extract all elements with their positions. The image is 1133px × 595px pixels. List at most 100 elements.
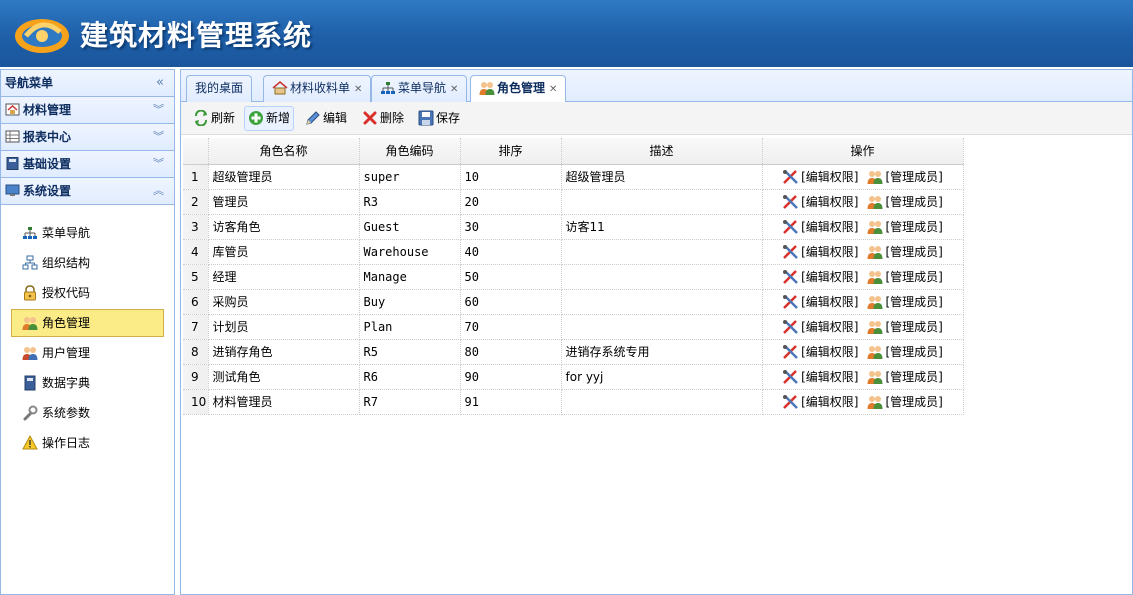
table-row[interactable]: 7 计划员 Plan 70 [编辑权限] [管理成员] (183, 314, 964, 340)
pencil-icon (306, 111, 320, 125)
edit-permission-link[interactable]: [编辑权限] (782, 243, 859, 260)
nav-item-label: 系统参数 (42, 406, 91, 420)
nav-section-reports[interactable]: 报表中心 ︾ (1, 124, 174, 151)
edit-permission-link[interactable]: [编辑权限] (782, 168, 859, 185)
nav-section-basic-settings[interactable]: 基础设置 ︾ (1, 151, 174, 178)
nav-item-role-management[interactable]: 角色管理 (11, 309, 164, 337)
tab-bar: 我的桌面 材料收料单 ✕ 菜单导航 ✕ 角色管理 ✕ (181, 70, 1132, 103)
tab-my-desktop[interactable]: 我的桌面 (186, 75, 253, 102)
column-header-operations: 操作 (762, 138, 964, 165)
manage-members-icon (867, 296, 882, 309)
edit-permission-label: [编辑权限] (801, 270, 859, 284)
cell-role-name: 采购员 (208, 289, 360, 315)
table-row[interactable]: 5 经理 Manage 50 [编辑权限] [管理成员] (183, 264, 964, 290)
table-row[interactable]: 3 访客角色 Guest 30 访客11 [编辑权限] [管理成员] (183, 214, 964, 240)
cell-role-name: 材料管理员 (208, 389, 360, 415)
manage-members-link[interactable]: [管理成员] (867, 293, 943, 310)
chevron-up-icon[interactable]: ︽ (153, 178, 164, 204)
table-row[interactable]: 4 库管员 Warehouse 40 [编辑权限] [管理成员] (183, 239, 964, 265)
nav-item-user-management[interactable]: 用户管理 (11, 339, 164, 367)
chevron-down-icon[interactable]: ︾ (153, 151, 164, 177)
edit-permission-label: [编辑权限] (801, 295, 859, 309)
cell-role-code: Warehouse (359, 239, 461, 265)
column-header-sort[interactable]: 排序 (460, 138, 562, 165)
nav-item-auth-code[interactable]: 授权代码 (11, 279, 164, 307)
edit-permission-link[interactable]: [编辑权限] (782, 268, 859, 285)
cell-operations: [编辑权限] [管理成员] (762, 164, 964, 190)
tab-menu-navigation[interactable]: 菜单导航 ✕ (371, 75, 468, 102)
cell-role-code: super (359, 164, 461, 190)
edit-permission-link[interactable]: [编辑权限] (782, 318, 859, 335)
manage-members-icon (867, 171, 882, 184)
manage-members-link[interactable]: [管理成员] (867, 168, 943, 185)
close-icon[interactable]: ✕ (354, 84, 362, 95)
table-row[interactable]: 9 测试角色 R6 90 for yyj [编辑权限] [管理成员] (183, 364, 964, 390)
nav-item-operation-log[interactable]: 操作日志 (11, 429, 164, 457)
edit-permission-link[interactable]: [编辑权限] (782, 368, 859, 385)
tab-label: 角色管理 (497, 81, 546, 95)
cell-description: for yyj (561, 364, 763, 390)
nav-item-system-params[interactable]: 系统参数 (11, 399, 164, 427)
edit-permission-link[interactable]: [编辑权限] (782, 193, 859, 210)
cell-role-code: Guest (359, 214, 461, 240)
collapse-panel-icon[interactable]: « (156, 70, 164, 96)
chevron-down-icon[interactable]: ︾ (153, 124, 164, 150)
close-icon[interactable]: ✕ (450, 84, 458, 95)
edit-permission-link[interactable]: [编辑权限] (782, 218, 859, 235)
lock-icon (24, 285, 36, 301)
table-row[interactable]: 6 采购员 Buy 60 [编辑权限] [管理成员] (183, 289, 964, 315)
role-users-icon (22, 317, 38, 330)
close-icon[interactable]: ✕ (549, 84, 557, 95)
cell-description (561, 264, 763, 290)
edit-permission-label: [编辑权限] (801, 320, 859, 334)
manage-members-label: [管理成员] (885, 270, 943, 284)
users-icon (22, 347, 38, 360)
edit-permission-icon (783, 245, 799, 259)
add-button[interactable]: 新增 (244, 106, 295, 131)
manage-members-link[interactable]: [管理成员] (867, 268, 943, 285)
column-header-description[interactable]: 描述 (561, 138, 763, 165)
table-row[interactable]: 10 材料管理员 R7 91 [编辑权限] [管理成员] (183, 389, 964, 415)
nav-item-data-dictionary[interactable]: 数据字典 (11, 369, 164, 397)
cell-role-code: Manage (359, 264, 461, 290)
edit-permission-link[interactable]: [编辑权限] (782, 293, 859, 310)
delete-button[interactable]: 删除 (358, 106, 408, 131)
nav-section-label: 基础设置 (23, 157, 72, 171)
nav-item-label: 角色管理 (42, 316, 91, 330)
manage-members-link[interactable]: [管理成员] (867, 343, 943, 360)
manage-members-link[interactable]: [管理成员] (867, 193, 943, 210)
nav-item-org-structure[interactable]: 组织结构 (11, 249, 164, 277)
nav-section-system-settings[interactable]: 系统设置 ︽ (1, 178, 174, 205)
nav-item-menu-navigation[interactable]: 菜单导航 (11, 219, 164, 247)
tab-role-management[interactable]: 角色管理 ✕ (470, 75, 567, 103)
manage-members-link[interactable]: [管理成员] (867, 368, 943, 385)
table-row[interactable]: 8 进销存角色 R5 80 进销存系统专用 [编辑权限] [管理成员] (183, 339, 964, 365)
manage-members-label: [管理成员] (885, 245, 943, 259)
edit-permission-icon (783, 320, 799, 334)
manage-members-link[interactable]: [管理成员] (867, 218, 943, 235)
table-row[interactable]: 2 管理员 R3 20 [编辑权限] [管理成员] (183, 189, 964, 215)
manage-members-label: [管理成员] (885, 295, 943, 309)
manage-members-link[interactable]: [管理成员] (867, 393, 943, 410)
edit-permission-label: [编辑权限] (801, 395, 859, 409)
cell-role-code: R3 (359, 189, 461, 215)
nav-section-materials[interactable]: 材料管理 ︾ (1, 97, 174, 124)
cell-role-code: R6 (359, 364, 461, 390)
org-chart-icon (22, 255, 38, 270)
edit-permission-link[interactable]: [编辑权限] (782, 343, 859, 360)
tab-material-receipt[interactable]: 材料收料单 ✕ (263, 75, 372, 102)
edit-label: 编辑 (323, 111, 348, 125)
edit-button[interactable]: 编辑 (301, 106, 351, 131)
cell-role-name: 计划员 (208, 314, 360, 340)
edit-permission-link[interactable]: [编辑权限] (782, 393, 859, 410)
table-row[interactable]: 1 超级管理员 super 10 超级管理员 [编辑权限] [管理成员] (183, 164, 964, 190)
refresh-button[interactable]: 刷新 (189, 106, 239, 131)
cell-role-name: 经理 (208, 264, 360, 290)
column-header-role-code[interactable]: 角色编码 (359, 138, 461, 165)
manage-members-link[interactable]: [管理成员] (867, 243, 943, 260)
manage-members-link[interactable]: [管理成员] (867, 318, 943, 335)
chevron-down-icon[interactable]: ︾ (153, 97, 164, 123)
column-header-role-name[interactable]: 角色名称 (208, 138, 360, 165)
save-button[interactable]: 保存 (414, 106, 464, 131)
cell-sort: 10 (460, 164, 562, 190)
